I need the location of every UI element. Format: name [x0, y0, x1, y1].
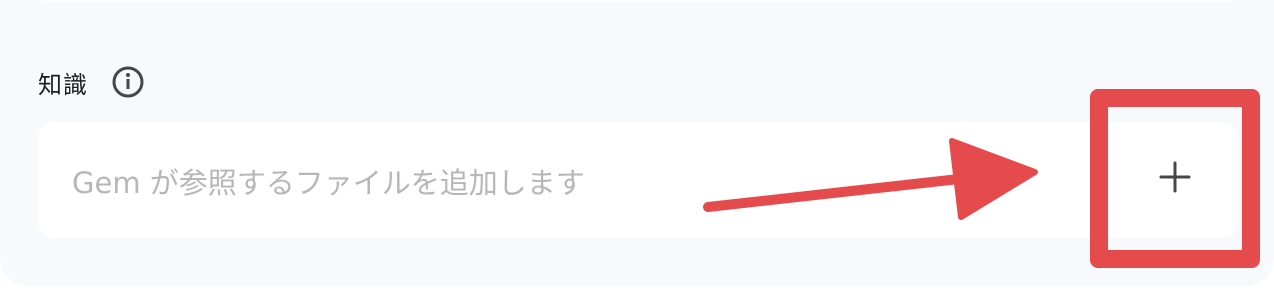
knowledge-panel: 知識 Gem が参照するファイルを追加します	[0, 0, 1274, 286]
info-icon[interactable]	[112, 66, 144, 98]
add-file-button[interactable]	[1090, 89, 1260, 268]
plus-icon	[1155, 157, 1195, 201]
previous-section-card	[38, 0, 1238, 2]
knowledge-file-field[interactable]: Gem が参照するファイルを追加します	[38, 122, 1238, 238]
page: 知識 Gem が参照するファイルを追加します	[0, 0, 1274, 298]
knowledge-title: 知識	[38, 70, 88, 99]
knowledge-placeholder: Gem が参照するファイルを追加します	[72, 166, 585, 200]
knowledge-header: 知識	[38, 62, 144, 102]
